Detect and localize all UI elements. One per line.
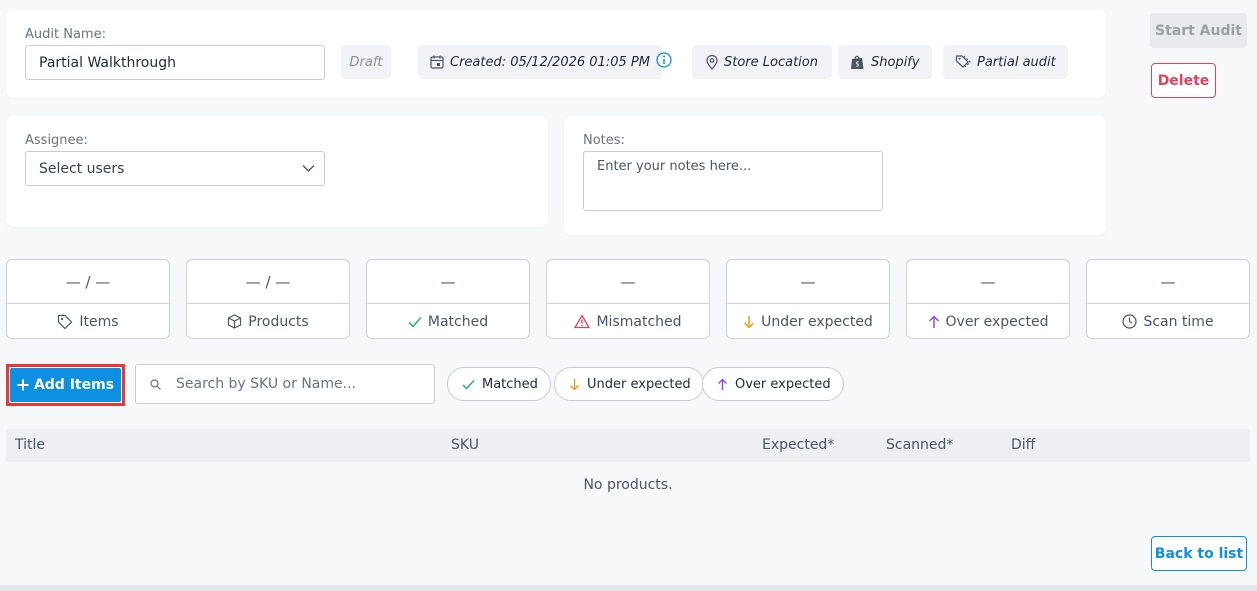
stat-value: — / — xyxy=(187,260,349,304)
add-items-label: Add Items xyxy=(33,377,115,393)
filter-matched[interactable]: Matched xyxy=(447,367,551,401)
tag-icon xyxy=(58,314,73,329)
stat-label: Scan time xyxy=(1143,313,1214,330)
stat-label: Products xyxy=(248,313,309,330)
created-chip: Created: 05/12/2026 01:05 PM xyxy=(418,45,662,79)
assignee-label: Assignee: xyxy=(25,133,88,148)
created-text: Created: 05/12/2026 01:05 PM xyxy=(450,54,650,70)
source-text: Shopify xyxy=(871,54,920,70)
location-chip[interactable]: Store Location xyxy=(692,45,832,79)
stat-value: — xyxy=(367,260,529,304)
search-icon xyxy=(150,378,161,390)
stat-mismatched: — Mismatched xyxy=(546,259,710,339)
assignee-select-value: Select users xyxy=(39,160,125,177)
plus-icon xyxy=(17,379,29,391)
stat-matched: — Matched xyxy=(366,259,530,339)
table-header xyxy=(6,429,1250,462)
clock-icon xyxy=(1122,314,1138,329)
stat-value: — xyxy=(727,260,889,304)
column-diff[interactable]: Diff xyxy=(1011,437,1035,453)
column-scanned[interactable]: Scanned* xyxy=(886,437,953,453)
stat-over-expected: — Over expected xyxy=(906,259,1070,339)
stat-under-expected: — Under expected xyxy=(726,259,890,339)
bottom-divider xyxy=(0,585,1257,591)
chevron-down-icon xyxy=(302,165,315,172)
arrow-down-icon xyxy=(570,378,579,390)
box-icon xyxy=(228,314,242,329)
warning-icon xyxy=(574,314,591,329)
filter-under-expected[interactable]: Under expected xyxy=(554,367,704,401)
column-sku[interactable]: SKU xyxy=(451,437,479,453)
assignee-card: Assignee: Select users xyxy=(6,116,548,227)
stat-products: — / — Products xyxy=(186,259,350,339)
audit-header-card: Audit Name: Partial Walkthrough Draft Cr… xyxy=(6,10,1106,98)
stat-value: — xyxy=(907,260,1069,304)
notes-card: Notes: Enter your notes here... xyxy=(564,116,1106,235)
assignee-select[interactable]: Select users xyxy=(25,151,325,186)
column-expected[interactable]: Expected* xyxy=(762,437,834,453)
check-icon xyxy=(408,316,422,328)
search-input[interactable]: Search by SKU or Name... xyxy=(135,364,435,404)
arrow-up-icon xyxy=(928,314,939,328)
stat-items: — / — Items xyxy=(6,259,170,339)
stat-label: Under expected xyxy=(761,313,873,330)
filter-over-expected[interactable]: Over expected xyxy=(702,367,844,401)
search-placeholder: Search by SKU or Name... xyxy=(176,376,356,392)
notes-placeholder: Enter your notes here... xyxy=(597,159,752,174)
stat-label: Matched xyxy=(427,313,489,330)
stat-value: — xyxy=(1087,260,1249,304)
arrow-down-icon xyxy=(744,315,755,329)
stat-value: — xyxy=(547,260,709,304)
source-chip: Shopify xyxy=(838,45,932,79)
delete-button[interactable]: Delete xyxy=(1151,63,1216,98)
filter-under-expected-label: Under expected xyxy=(587,376,691,392)
add-items-button[interactable]: Add Items xyxy=(10,368,121,402)
filter-matched-label: Matched xyxy=(482,376,538,392)
stat-label: Over expected xyxy=(945,313,1049,330)
audit-type-text: Partial audit xyxy=(977,54,1056,70)
stat-label: Mismatched xyxy=(596,313,682,330)
info-icon[interactable] xyxy=(656,52,672,68)
calendar-icon xyxy=(430,55,444,69)
map-pin-icon xyxy=(706,54,718,70)
table-empty-message: No products. xyxy=(583,477,673,493)
tags-icon xyxy=(955,55,971,68)
audit-name-input[interactable]: Partial Walkthrough xyxy=(25,45,325,80)
stat-label: Items xyxy=(79,313,119,330)
notes-textarea[interactable]: Enter your notes here... xyxy=(583,151,883,211)
location-text: Store Location xyxy=(724,54,818,70)
audit-name-label: Audit Name: xyxy=(25,27,106,42)
stat-value: — / — xyxy=(7,260,169,304)
status-badge: Draft xyxy=(341,45,391,79)
check-icon xyxy=(462,379,475,390)
filter-over-expected-label: Over expected xyxy=(735,376,831,392)
start-audit-button[interactable]: Start Audit xyxy=(1150,13,1247,48)
arrow-up-icon xyxy=(718,378,727,390)
back-to-list-button[interactable]: Back to list xyxy=(1151,536,1247,571)
status-badge-text: Draft xyxy=(349,54,383,70)
column-title[interactable]: Title xyxy=(15,437,45,453)
notes-label: Notes: xyxy=(583,133,625,148)
shopify-icon xyxy=(851,55,864,69)
audit-type-chip: Partial audit xyxy=(943,45,1068,79)
stat-scan-time: — Scan time xyxy=(1086,259,1250,339)
